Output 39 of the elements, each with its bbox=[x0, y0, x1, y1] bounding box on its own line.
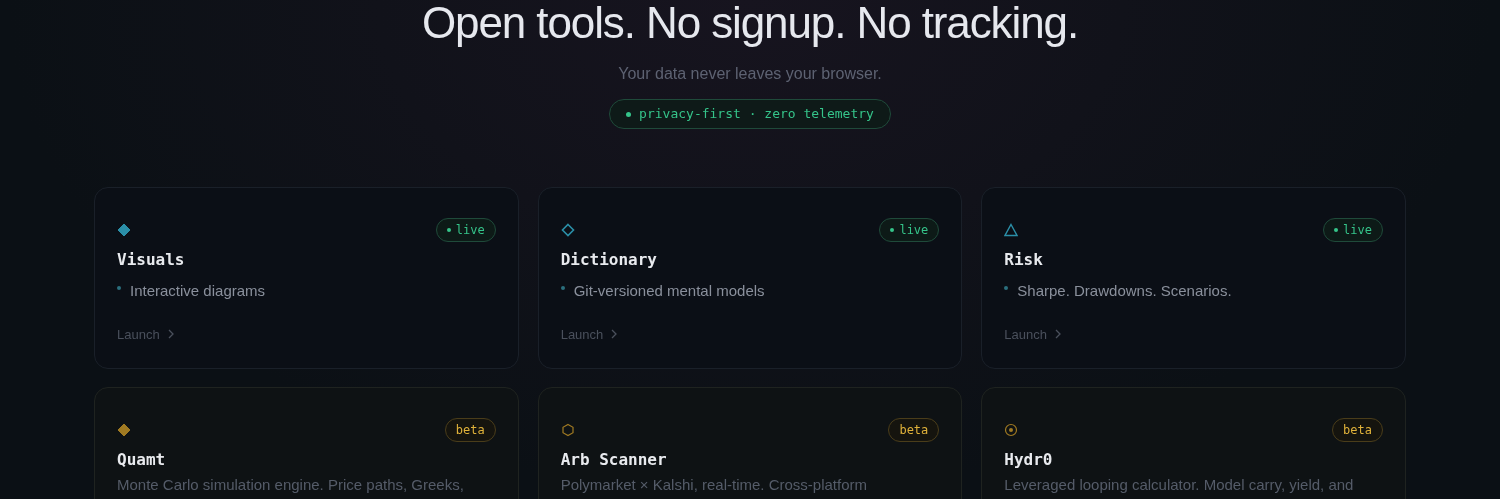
target-icon bbox=[1004, 423, 1019, 437]
chevron-icon bbox=[1055, 329, 1061, 340]
tool-description: Polymarket × Kalshi, real-time. Cross-platform bbox=[560, 475, 867, 495]
tool-description: Monte Carlo simulation engine. Price paths, Greeks, bbox=[117, 475, 464, 495]
pill-text: privacy-first · zero telemetry bbox=[639, 105, 874, 124]
tool-title: Visuals bbox=[117, 249, 186, 271]
tool-card[interactable]: live Risk Sharpe. Drawdowns. Scenarios. Launch bbox=[981, 187, 1406, 369]
bullet-icon bbox=[1004, 286, 1009, 291]
triangle-icon bbox=[1004, 223, 1019, 237]
status-badge: live bbox=[435, 218, 496, 242]
diamond-icon bbox=[560, 223, 575, 237]
bullet-icon bbox=[560, 286, 565, 291]
tool-description: Sharpe. Drawdowns. Scenarios. bbox=[1017, 281, 1232, 301]
headline: Open tools. No signup. No tracking. bbox=[421, 0, 1079, 46]
tool-card[interactable]: beta Hydr0 Leveraged looping calculator. Model carry, yield, and bbox=[981, 387, 1406, 499]
status-badge: live bbox=[879, 218, 940, 242]
tool-title: Hydr0 bbox=[1004, 449, 1054, 471]
tool-card[interactable]: live Dictionary Git-versioned mental models Launch bbox=[537, 187, 963, 369]
tool-title: Quamt bbox=[117, 449, 167, 471]
status-badge: beta bbox=[888, 418, 940, 442]
diamond-icon bbox=[117, 223, 131, 237]
status-badge: beta bbox=[1332, 418, 1383, 442]
tool-card[interactable]: beta Arb Scanner Polymarket × Kalshi, real-time. Cross-platform bbox=[537, 387, 963, 499]
hexagon-icon bbox=[560, 423, 575, 437]
diamond-icon bbox=[117, 423, 131, 437]
tool-title: Arb Scanner bbox=[560, 449, 668, 471]
tool-title: Dictionary bbox=[560, 249, 658, 271]
chevron-icon bbox=[611, 329, 618, 340]
tool-card[interactable]: beta Quamt Monte Carlo simulation engine. Price paths, Greeks, bbox=[94, 387, 519, 499]
subtitle: Your data never leaves your browser. bbox=[618, 64, 882, 84]
status-badge: beta bbox=[444, 418, 496, 442]
tool-title: Risk bbox=[1004, 249, 1044, 271]
tool-card[interactable]: live Visuals Interactive diagrams Launch bbox=[94, 187, 519, 369]
bullet-icon bbox=[117, 286, 121, 291]
status-badge: live bbox=[1323, 218, 1383, 242]
chevron-icon bbox=[167, 329, 174, 340]
tool-description: Interactive diagrams bbox=[130, 281, 266, 301]
tool-description: Leveraged looping calculator. Model carry, yield, and bbox=[1004, 475, 1354, 495]
tool-description: Git-versioned mental models bbox=[573, 281, 765, 301]
